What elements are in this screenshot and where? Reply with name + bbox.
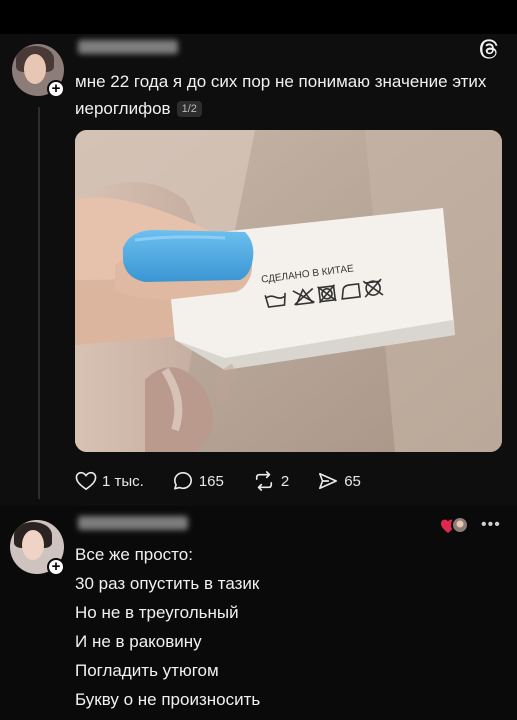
threads-icon[interactable] <box>479 38 501 60</box>
share-button[interactable]: 65 <box>317 471 361 491</box>
comment-count: 165 <box>198 472 224 490</box>
post-actions: 1 тыс. 165 2 65 <box>75 470 389 492</box>
author-name-blurred[interactable] <box>78 40 178 54</box>
reply-author-name-blurred[interactable] <box>78 516 188 530</box>
reply-line: Погладить утюгом <box>75 661 219 680</box>
more-icon[interactable]: ••• <box>481 516 501 534</box>
like-count: 1 тыс. <box>102 472 144 490</box>
post-body: мне 22 года я до сих пор не понимаю знач… <box>75 72 487 118</box>
reply-text: Все же просто: 30 раз опустить в тазик Н… <box>75 540 495 714</box>
heart-icon <box>75 471 97 491</box>
comment-icon <box>173 472 192 490</box>
like-button[interactable]: 1 тыс. <box>75 471 144 491</box>
status-bar <box>0 0 517 34</box>
share-icon <box>319 472 338 490</box>
post-photo[interactable]: СДЕЛАНО В КИТАЕ <box>75 130 502 452</box>
page-indicator: 1/2 <box>176 101 202 117</box>
reply-line: И не в раковину <box>75 632 202 651</box>
post-text: мне 22 года я до сих пор не понимаю знач… <box>75 68 505 122</box>
thread-line <box>38 107 40 499</box>
share-count: 65 <box>344 472 361 490</box>
reply-line: Все же просто: <box>75 545 193 564</box>
reply-line: Букву о не произносить <box>75 690 261 709</box>
photo-illustration: СДЕЛАНО В КИТАЕ <box>75 130 502 452</box>
comment-button[interactable]: 165 <box>172 471 224 491</box>
reply-line: 30 раз опустить в тазик <box>75 574 260 593</box>
repost-icon <box>255 471 272 491</box>
repost-count: 2 <box>280 472 290 490</box>
repost-button[interactable]: 2 <box>252 471 289 491</box>
reply-follow-plus-icon[interactable]: + <box>47 558 65 576</box>
author-liked-heart-icon <box>441 516 469 534</box>
reply-line: Но не в треугольный <box>75 603 239 622</box>
follow-plus-icon[interactable]: + <box>47 80 65 98</box>
